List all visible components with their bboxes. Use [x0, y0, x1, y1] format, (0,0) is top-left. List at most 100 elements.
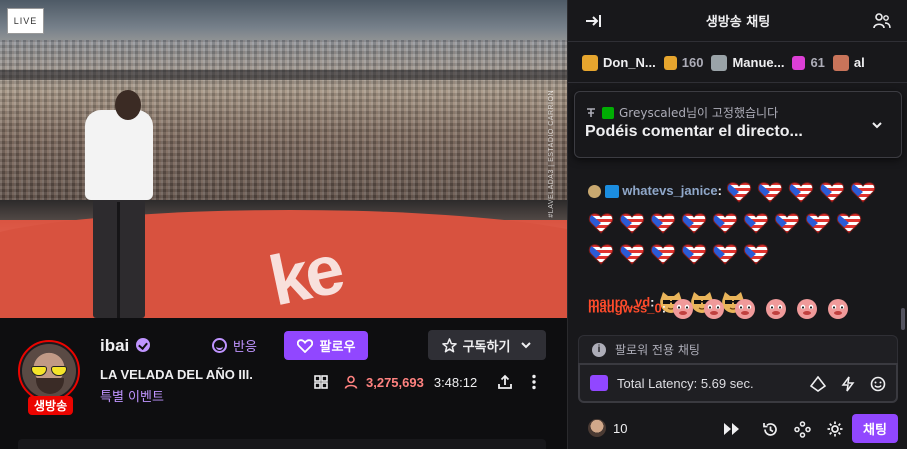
- bits-icon[interactable]: [840, 376, 856, 392]
- grid-icon[interactable]: [314, 375, 328, 389]
- emote-icon: [734, 299, 755, 319]
- sunglasses-graphic: [31, 366, 69, 376]
- emote-icon: [757, 181, 782, 203]
- emote-icon: [712, 243, 738, 265]
- pinned-message[interactable]: Greyscaled 님이 고정했습니다 Podéis comentar el d…: [574, 91, 902, 158]
- gift-count: 160: [681, 55, 704, 70]
- followers-only-text: 팔로워 전용 채팅: [615, 343, 700, 357]
- settings-gear-icon[interactable]: [826, 420, 844, 438]
- react-label: 반응: [233, 339, 257, 355]
- emote-icon: [836, 212, 862, 234]
- emote-icon: [712, 212, 738, 234]
- users-icon[interactable]: [873, 12, 891, 30]
- chat-panel: 생방송 채팅 Don_N... 160 Manue... 61 al Greys…: [567, 0, 907, 449]
- channel-name[interactable]: ibai: [100, 336, 129, 356]
- emote-icon: [650, 212, 676, 234]
- emote-icon: [588, 212, 614, 234]
- emote-icon: [703, 299, 724, 319]
- collapse-chat-icon[interactable]: [584, 13, 602, 29]
- subscribe-button[interactable]: 구독하기: [428, 330, 546, 360]
- emote-icon: [681, 212, 707, 234]
- react-button[interactable]: 반응: [212, 333, 257, 357]
- smile-icon: [212, 337, 227, 353]
- stadium-band: [0, 70, 567, 80]
- chevron-down-icon[interactable]: [870, 118, 884, 132]
- chat-username[interactable]: whatevs_janice: [622, 183, 717, 198]
- chat-input[interactable]: Total Latency: 5.69 sec.: [578, 363, 898, 403]
- emote-icon: [743, 212, 769, 234]
- pinned-by-user: Greyscaled: [619, 105, 686, 120]
- emote-picker-icon[interactable]: [870, 376, 886, 392]
- fast-forward-icon[interactable]: [723, 421, 741, 437]
- extension-icon[interactable]: [810, 376, 826, 392]
- crown-badge-icon: [604, 185, 619, 199]
- follow-label: 팔로우: [319, 340, 356, 355]
- avatar[interactable]: [18, 340, 80, 402]
- category-link[interactable]: 특별 이벤트: [100, 386, 164, 405]
- info-icon: i: [592, 342, 606, 357]
- emote-icon: [819, 181, 844, 203]
- gift-count: 61: [810, 55, 825, 70]
- chat-footer: 10 채팅: [568, 412, 907, 446]
- subscribe-label: 구독하기: [462, 339, 511, 355]
- more-options-icon[interactable]: [531, 374, 537, 390]
- mod-badge-icon: [602, 106, 614, 119]
- gifter-item[interactable]: Manue...: [711, 54, 785, 71]
- emote-icon: [765, 299, 786, 319]
- follow-button[interactable]: 팔로우: [284, 331, 368, 360]
- emote-icon: [726, 181, 751, 203]
- stream-uptime: 3:48:12: [433, 374, 478, 390]
- chat-scrollbar[interactable]: [901, 308, 905, 330]
- video-player[interactable]: ke i LIVE #LAVELADA3 | ESTADIO CARRION: [0, 0, 567, 318]
- emote-icon: [619, 243, 645, 265]
- share-icon[interactable]: [497, 374, 513, 390]
- gift-leaderboard: Don_N... 160 Manue... 61 al: [568, 43, 907, 83]
- gifter-name: Don_N...: [603, 55, 656, 70]
- followers-only-notice: i 팔로워 전용 채팅: [578, 335, 898, 363]
- latency-icon: [590, 375, 608, 391]
- emote-icon: [827, 299, 848, 319]
- points-icon: [588, 419, 606, 437]
- emote-icon: [588, 243, 614, 265]
- chevron-down-icon: [521, 342, 532, 349]
- chat-header: 생방송 채팅: [568, 0, 907, 42]
- heart-icon: [296, 338, 313, 353]
- stream-stats: 3,275,693 3:48:12: [314, 372, 537, 392]
- chat-message: whatevs_janice:: [588, 175, 888, 268]
- gifter-item[interactable]: al: [832, 54, 865, 71]
- chat-username[interactable]: maugwss_0: [588, 300, 662, 315]
- emote-icon: [672, 299, 693, 319]
- gift-count-item: 160: [663, 55, 704, 70]
- chat-title: 생방송 채팅: [705, 15, 771, 30]
- history-icon[interactable]: [762, 421, 779, 438]
- emote-icon: [774, 212, 800, 234]
- gift-icon: [582, 54, 598, 71]
- gift-icon: [711, 54, 728, 71]
- network-icon[interactable]: [794, 420, 811, 438]
- emote-icon: [788, 181, 813, 203]
- gifter-name: al: [853, 55, 865, 70]
- gifter-name: Manue...: [732, 55, 785, 70]
- emote-icon: [796, 299, 817, 319]
- emote-icon: [619, 212, 645, 234]
- pinned-by: Greyscaled 님이 고정했습니다: [585, 104, 778, 121]
- emote-icon: [650, 243, 676, 265]
- points-value: 10: [613, 420, 628, 436]
- gift-icon: [832, 54, 849, 71]
- twitch-stream-page: ke i LIVE #LAVELADA3 | ESTADIO CARRION 생…: [0, 0, 907, 449]
- chat-message: maugwss_0:: [588, 298, 856, 320]
- star-icon: [441, 337, 457, 352]
- live-badge: LIVE: [7, 8, 44, 34]
- person-on-stage: [85, 90, 155, 318]
- send-chat-button[interactable]: 채팅: [852, 414, 898, 443]
- pinned-text: Podéis comentar el directo...: [585, 123, 803, 140]
- badge-icon: [588, 185, 601, 199]
- gift-count-item: 61: [792, 55, 825, 70]
- chat-input-text: Total Latency: 5.69 sec.: [617, 375, 754, 391]
- gifter-item[interactable]: Don_N...: [582, 54, 656, 71]
- viewer-icon: [344, 375, 358, 389]
- channel-points[interactable]: 10: [588, 419, 627, 437]
- emote-icon: [681, 243, 707, 265]
- gift-box-icon: [792, 55, 806, 70]
- verified-icon: [136, 338, 150, 352]
